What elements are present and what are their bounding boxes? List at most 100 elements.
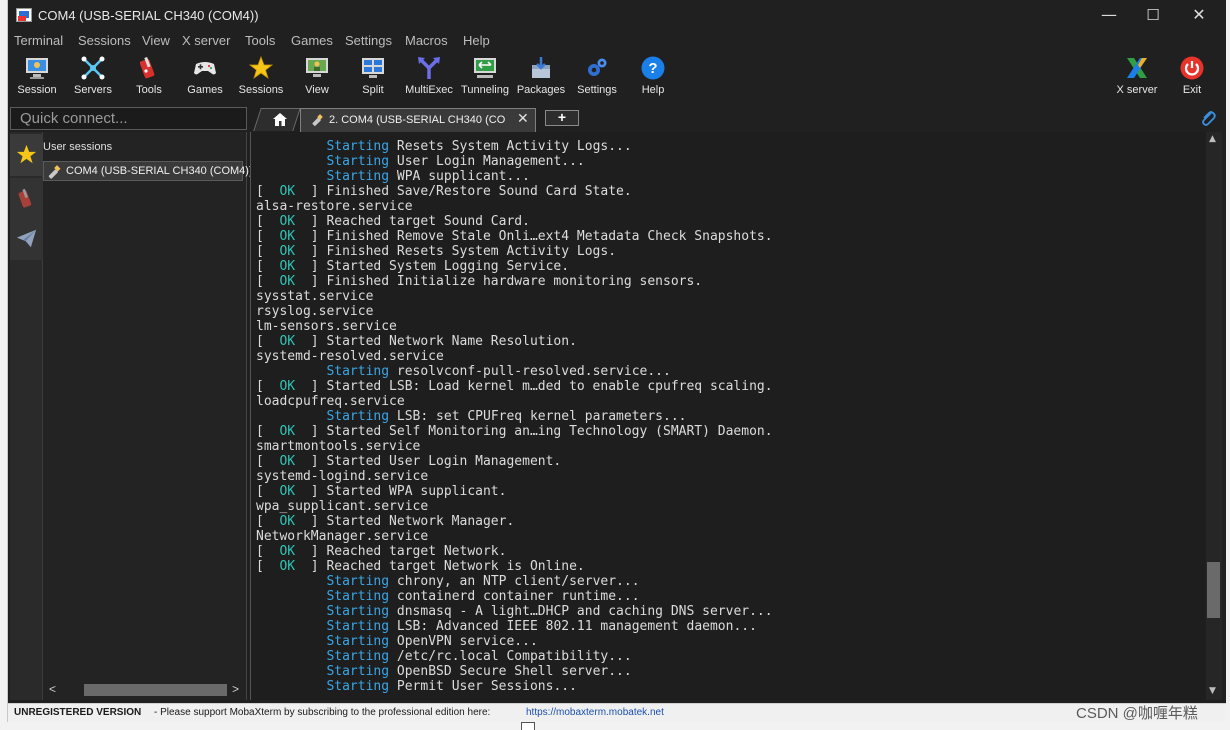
ok-tag: OK xyxy=(279,214,296,229)
terminal-line-prefix: rsyslog.service xyxy=(256,304,374,319)
split-button[interactable]: Split xyxy=(345,53,401,101)
terminal-line-prefix: smartmontools.service xyxy=(256,439,421,454)
session-button[interactable]: Session xyxy=(9,53,65,101)
unregistered-label: UNREGISTERED VERSION xyxy=(14,707,142,718)
tunneling-button[interactable]: Tunneling xyxy=(457,53,513,101)
terminal-line-text: OpenBSD Secure Shell server... xyxy=(389,664,632,679)
terminal-line-prefix: [ xyxy=(256,259,280,274)
terminal-vertical-scrollbar[interactable]: ▲ ▼ xyxy=(1206,132,1222,700)
ok-tag: OK xyxy=(279,229,296,244)
terminal-line-text: LSB: set CPUFreq kernel parameters... xyxy=(389,409,687,424)
tunnel-monitor-icon xyxy=(474,58,496,78)
terminal-line-prefix: [ xyxy=(256,244,280,259)
scrollbar-thumb[interactable] xyxy=(1207,562,1220,618)
terminal-line-prefix xyxy=(256,169,326,184)
new-tab-button[interactable]: + xyxy=(545,110,579,126)
sidenav-macros-button[interactable] xyxy=(10,218,43,260)
terminal-line: systemd-resolved.service xyxy=(256,349,773,364)
session-item-com4[interactable]: COM4 (USB-SERIAL CH340 (COM4)) xyxy=(43,161,253,181)
ok-tag: OK xyxy=(279,334,296,349)
maximize-button[interactable]: ☐ xyxy=(1133,4,1173,26)
menu-terminal[interactable]: Terminal xyxy=(14,33,63,48)
menu-help[interactable]: Help xyxy=(463,33,490,48)
menu-sessions[interactable]: Sessions xyxy=(78,33,131,48)
terminal-line-prefix: [ xyxy=(256,514,280,529)
minimize-button[interactable]: — xyxy=(1089,4,1129,26)
sidenav-sessions-button[interactable] xyxy=(10,134,43,176)
scrollbar-thumb[interactable] xyxy=(84,684,227,696)
terminal-line-prefix xyxy=(256,649,326,664)
terminal-line-text: ] Reached target Network. xyxy=(295,544,507,559)
terminal-output[interactable]: Starting Resets System Activity Logs... … xyxy=(250,132,1206,700)
packages-button[interactable]: Packages xyxy=(513,53,569,101)
session-item-label: COM4 (USB-SERIAL CH340 (COM4)) xyxy=(66,165,253,177)
paperclip-icon[interactable] xyxy=(1200,109,1216,127)
ok-tag: OK xyxy=(279,514,296,529)
terminal-line-prefix xyxy=(256,364,326,379)
sessions-button[interactable]: Sessions xyxy=(233,53,289,101)
terminal-line-text: ] Finished Remove Stale Onli…ext4 Metada… xyxy=(295,229,773,244)
terminal-line-text: ] Reached target Sound Card. xyxy=(295,214,530,229)
quick-connect-input[interactable]: Quick connect... xyxy=(10,107,247,130)
ok-tag: OK xyxy=(279,184,296,199)
servers-network-icon xyxy=(81,56,105,80)
help-button[interactable]: ? Help xyxy=(625,53,681,101)
tab-close-icon[interactable]: ✕ xyxy=(517,111,529,127)
background-checkbox xyxy=(521,722,535,730)
sessions-horizontal-scrollbar[interactable]: < > xyxy=(43,680,245,698)
sessions-header: User sessions xyxy=(43,141,113,153)
ok-tag: OK xyxy=(279,484,296,499)
scroll-left-arrow-icon[interactable]: < xyxy=(49,682,56,696)
scroll-down-arrow-icon[interactable]: ▼ xyxy=(1209,686,1216,696)
terminal-line-text: ] Finished Save/Restore Sound Card State… xyxy=(295,184,632,199)
terminal-line-prefix: [ xyxy=(256,229,280,244)
multiexec-button[interactable]: MultiExec xyxy=(401,53,457,101)
terminal-line: Starting /etc/rc.local Compatibility... xyxy=(256,649,773,664)
terminal-line: Starting LSB: Advanced IEEE 802.11 manag… xyxy=(256,619,773,634)
terminal-line: [ OK ] Started Network Name Resolution. xyxy=(256,334,773,349)
menu-games[interactable]: Games xyxy=(291,33,333,48)
menu-macros[interactable]: Macros xyxy=(405,33,448,48)
terminal-line-text: ] Finished Resets System Activity Logs. xyxy=(295,244,617,259)
menu-x-server[interactable]: X server xyxy=(182,33,230,48)
scroll-up-arrow-icon[interactable]: ▲ xyxy=(1209,134,1216,144)
exit-button[interactable]: Exit xyxy=(1164,53,1220,101)
terminal-line: [ OK ] Started Network Manager. xyxy=(256,514,773,529)
settings-button[interactable]: Settings xyxy=(569,53,625,101)
terminal-line-text: OpenVPN service... xyxy=(389,634,538,649)
games-button[interactable]: Games xyxy=(177,53,233,101)
view-button[interactable]: View xyxy=(289,53,345,101)
scroll-right-arrow-icon[interactable]: > xyxy=(232,682,239,696)
terminal-line-prefix: [ xyxy=(256,424,280,439)
menu-tools[interactable]: Tools xyxy=(245,33,275,48)
terminal-line-prefix: [ xyxy=(256,274,280,289)
ok-tag: OK xyxy=(279,454,296,469)
mobatek-link[interactable]: https://mobaxterm.mobatek.net xyxy=(526,707,664,718)
terminal-line-text: containerd container runtime... xyxy=(389,589,640,604)
terminal-line-prefix xyxy=(256,139,326,154)
close-button[interactable]: ✕ xyxy=(1179,4,1219,26)
menu-view[interactable]: View xyxy=(142,33,170,48)
terminal-line: [ OK ] Reached target Sound Card. xyxy=(256,214,773,229)
sidenav-tools-button[interactable] xyxy=(10,178,43,220)
gamepad-icon xyxy=(194,62,216,75)
terminal-line-prefix: loadcpufreq.service xyxy=(256,394,405,409)
star-icon xyxy=(16,144,37,164)
terminal-line-text: ] Started Network Manager. xyxy=(295,514,515,529)
terminal-line-text: ] Started Self Monitoring an…ing Technol… xyxy=(295,424,773,439)
servers-button[interactable]: Servers xyxy=(65,53,121,101)
menu-settings[interactable]: Settings xyxy=(345,33,392,48)
terminal-line: alsa-restore.service xyxy=(256,199,773,214)
terminal-line: [ OK ] Finished Resets System Activity L… xyxy=(256,244,773,259)
terminal-line-prefix: [ xyxy=(256,334,280,349)
ok-tag: OK xyxy=(279,424,296,439)
terminal-line: [ OK ] Finished Save/Restore Sound Card … xyxy=(256,184,773,199)
tools-button[interactable]: Tools xyxy=(121,53,177,101)
tab-com4[interactable]: 2. COM4 (USB-SERIAL CH340 (CO ✕ xyxy=(300,108,536,132)
terminal-line: Starting LSB: set CPUFreq kernel paramet… xyxy=(256,409,773,424)
power-icon xyxy=(1180,56,1204,80)
title-bar: COM4 (USB-SERIAL CH340 (COM4)) — ☐ ✕ xyxy=(8,0,1226,31)
terminal-line-prefix xyxy=(256,619,326,634)
terminal-line-text: /etc/rc.local Compatibility... xyxy=(389,649,632,664)
x-server-button[interactable]: X server xyxy=(1109,53,1165,101)
